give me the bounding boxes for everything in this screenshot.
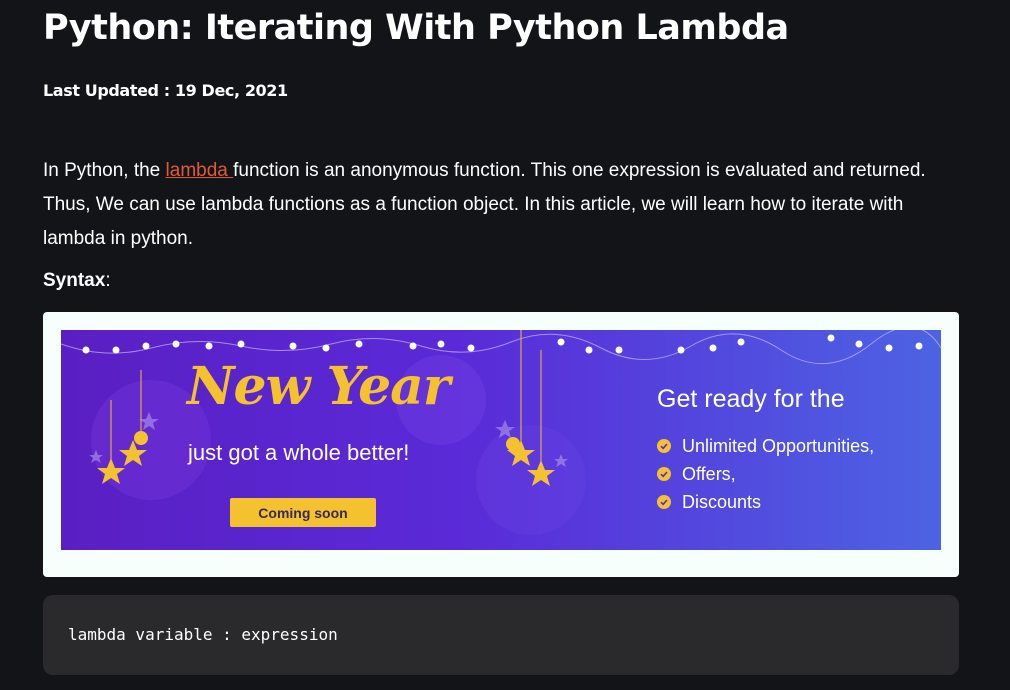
benefit-item: Unlimited Opportunities, — [657, 432, 874, 460]
intro-paragraph: In Python, the lambda function is an ano… — [43, 154, 963, 256]
lambda-link[interactable]: lambda — [166, 160, 234, 181]
last-updated: Last Updated : 19 Dec, 2021 — [43, 81, 288, 100]
new-year-subline: just got a whole better! — [188, 440, 410, 465]
benefit-label: Unlimited Opportunities, — [682, 435, 875, 456]
check-circle-icon — [657, 495, 671, 509]
syntax-label: Syntax — [43, 270, 106, 291]
benefit-item: Offers, — [657, 460, 874, 488]
benefits-list: Unlimited Opportunities, Offers, Discoun… — [657, 432, 874, 516]
page-title: Python: Iterating With Python Lambda — [43, 8, 789, 48]
coming-soon-button[interactable]: Coming soon — [230, 498, 376, 527]
check-circle-icon — [657, 439, 671, 453]
benefit-label: Offers, — [682, 463, 736, 484]
syntax-code: lambda variable : expression — [68, 625, 338, 644]
code-block[interactable]: lambda variable : expression — [43, 595, 959, 675]
benefit-item: Discounts — [657, 488, 874, 516]
check-circle-icon — [657, 467, 671, 481]
syntax-heading: Syntax: — [43, 270, 111, 292]
benefit-label: Discounts — [682, 491, 762, 512]
new-year-banner[interactable]: New Year just got a whole better! Coming… — [61, 330, 941, 550]
intro-text-start: In Python, the — [43, 160, 166, 181]
new-year-headline: New Year — [187, 356, 450, 417]
get-ready-heading: Get ready for the — [657, 385, 845, 413]
syntax-colon: : — [105, 270, 111, 291]
ad-card: New Year just got a whole better! Coming… — [43, 312, 959, 577]
